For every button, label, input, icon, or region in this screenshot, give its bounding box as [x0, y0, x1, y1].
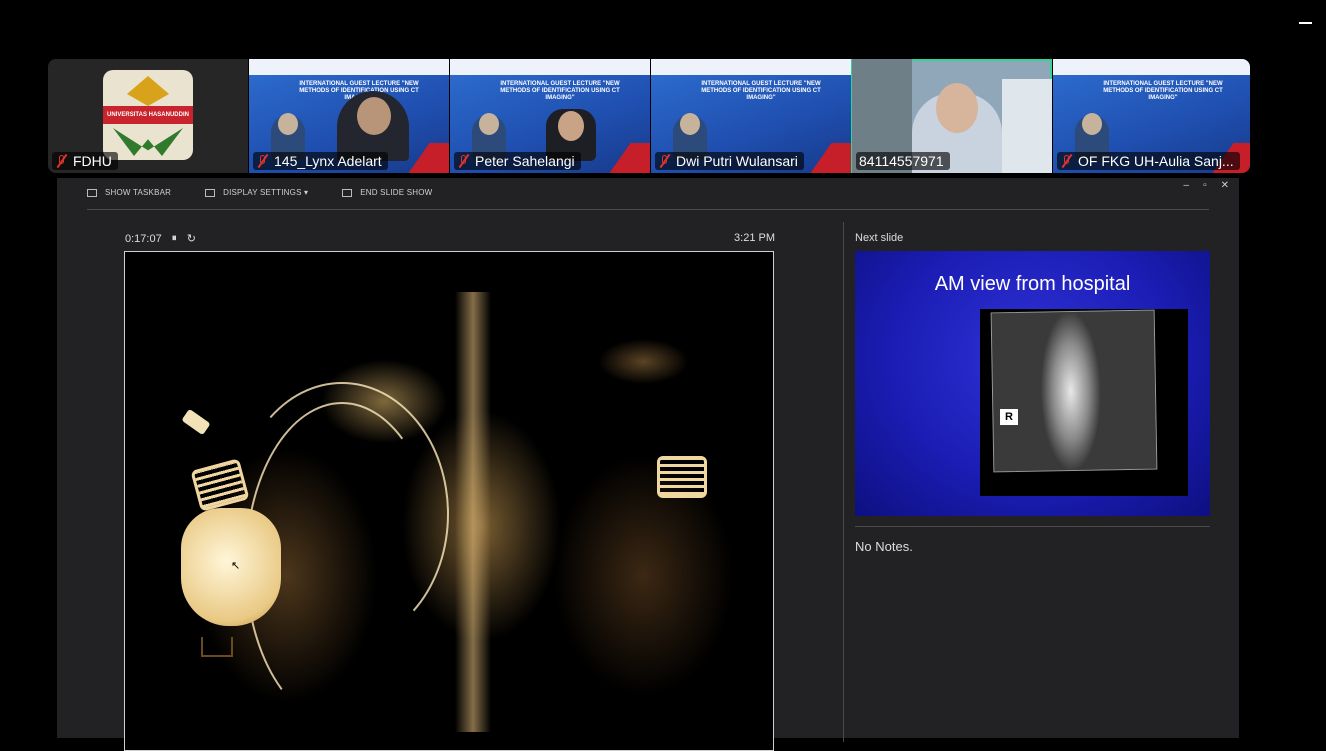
participant-tile-aulia[interactable]: INTERNATIONAL GUEST LECTURE "NEW METHODS… [1052, 59, 1250, 173]
slide-thumb-title: INTERNATIONAL GUEST LECTURE "NEW METHODS… [1103, 81, 1223, 101]
next-slide-label: Next slide [855, 232, 904, 244]
university-logo: UNIVERSITAS HASANUDDIN [103, 70, 193, 160]
current-time: 3:21 PM [734, 232, 775, 244]
close-button[interactable]: ✕ [1221, 180, 1229, 191]
show-taskbar-button[interactable]: SHOW TASKBAR [87, 188, 171, 197]
end-slide-show-button[interactable]: END SLIDE SHOW [342, 188, 432, 197]
mic-muted-icon [256, 154, 270, 168]
mouse-cursor-icon: ↖ [231, 560, 241, 572]
participant-name: Dwi Putri Wulansari [676, 153, 798, 169]
slide-thumb-title: INTERNATIONAL GUEST LECTURE "NEW METHODS… [500, 81, 620, 101]
restore-button[interactable]: ▫ [1203, 180, 1207, 191]
restart-timer-icon[interactable]: ↻ [187, 232, 196, 245]
elapsed-timer: 0:17:07 [125, 232, 162, 245]
arrow-marker [201, 637, 233, 657]
mic-muted-icon [55, 154, 69, 168]
pause-timer-icon[interactable]: ⏸ [172, 233, 177, 244]
window-controls: – ▫ ✕ [1184, 180, 1230, 191]
participant-tile-dwi[interactable]: INTERNATIONAL GUEST LECTURE "NEW METHODS… [650, 59, 851, 173]
participant-name-label: Peter Sahelangi [454, 152, 581, 170]
participant-name-label: 84114557971 [856, 152, 950, 170]
toolbar-divider [87, 209, 1209, 210]
notes-divider [855, 526, 1210, 527]
participant-name-label: 145_Lynx Adelart [253, 152, 388, 170]
panel-divider [843, 222, 844, 742]
next-slide-title: AM view from hospital [934, 273, 1131, 295]
participant-name: Peter Sahelangi [475, 153, 575, 169]
mic-muted-icon [457, 154, 471, 168]
presenter-toolbar: SHOW TASKBAR DISPLAY SETTINGS ▾ END SLID… [87, 188, 432, 197]
participant-tile-fdhu[interactable]: UNIVERSITAS HASANUDDIN FDHU [48, 59, 248, 173]
participant-tile-peter[interactable]: INTERNATIONAL GUEST LECTURE "NEW METHODS… [449, 59, 650, 173]
next-slide-preview[interactable]: AM view from hospital R [855, 251, 1210, 516]
participant-name-label: FDHU [52, 152, 118, 170]
participant-tile-lynx[interactable]: INTERNATIONAL GUEST LECTURE "NEW METHODS… [248, 59, 449, 173]
end-show-icon [342, 188, 353, 197]
mic-muted-icon [1060, 154, 1074, 168]
xray-side-marker: R [1000, 409, 1018, 425]
display-settings-button[interactable]: DISPLAY SETTINGS ▾ [205, 188, 308, 197]
presenter-view: – ▫ ✕ SHOW TASKBAR DISPLAY SETTINGS ▾ EN… [57, 178, 1239, 751]
mic-muted-icon [658, 154, 672, 168]
participant-name: FDHU [73, 153, 112, 169]
participant-strip: UNIVERSITAS HASANUDDIN FDHU INTERNATIONA… [48, 59, 1250, 173]
participant-name: 84114557971 [859, 153, 944, 169]
participant-name-label: OF FKG UH-Aulia Sanj... [1057, 152, 1240, 170]
elbow-xray-image [990, 309, 1158, 473]
current-slide[interactable]: ↖ [124, 251, 774, 751]
participant-name: OF FKG UH-Aulia Sanj... [1078, 153, 1234, 169]
minimize-button[interactable]: – [1184, 180, 1190, 191]
window-minimize-icon[interactable] [1299, 22, 1312, 24]
timer-row: 0:17:07 ⏸ ↻ 3:21 PM [125, 232, 775, 245]
taskbar-icon [87, 188, 97, 197]
display-icon [205, 188, 216, 197]
slide-thumb-title: INTERNATIONAL GUEST LECTURE "NEW METHODS… [701, 81, 821, 101]
electrode-icon [657, 456, 707, 498]
participant-name: 145_Lynx Adelart [274, 153, 382, 169]
speaker-notes: No Notes. [855, 539, 913, 554]
participant-name-label: Dwi Putri Wulansari [655, 152, 804, 170]
participant-tile-active-speaker[interactable]: 84114557971 [851, 59, 1052, 173]
